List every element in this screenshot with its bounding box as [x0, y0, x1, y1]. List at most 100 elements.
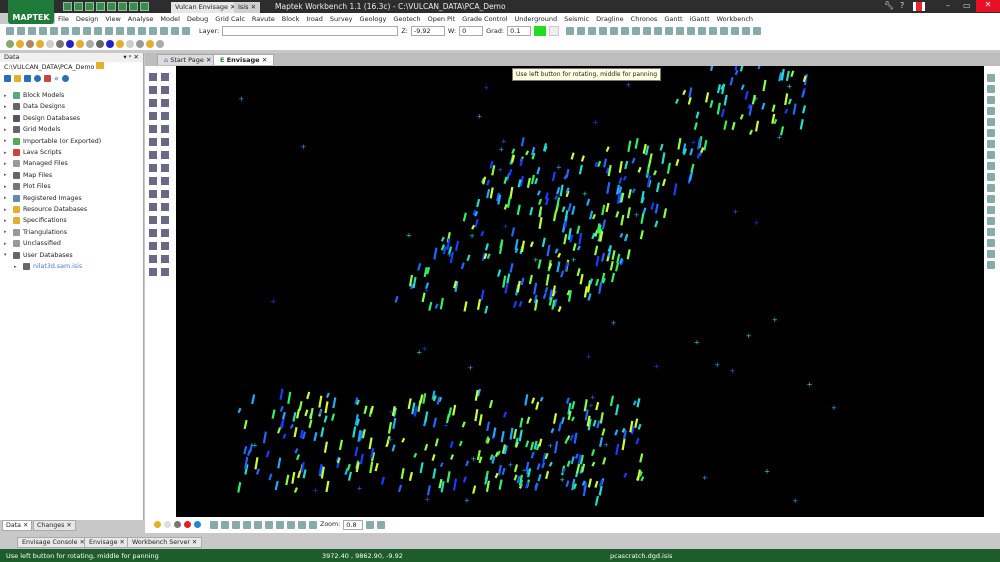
shade-tool-icon[interactable] [76, 39, 84, 48]
design-tool-icon[interactable] [149, 202, 157, 211]
shade-tool-icon[interactable] [16, 39, 24, 48]
tool-icon[interactable] [160, 26, 168, 35]
tool-icon[interactable] [665, 26, 674, 35]
tree-item-child[interactable]: ▸ nilat3d.sam.isis [14, 261, 82, 272]
tab-envisage[interactable]: E Envisage ✕ [213, 54, 275, 65]
zoom-field[interactable]: 0.8 [343, 519, 364, 530]
qa-icon[interactable] [140, 2, 149, 11]
text-icon[interactable] [276, 520, 284, 529]
menu-workbench[interactable]: Workbench [717, 15, 753, 23]
tab-envisage-console[interactable]: Envisage Console ✕ [17, 537, 90, 548]
shade-tool-icon[interactable] [106, 39, 114, 48]
qa-icon[interactable] [74, 2, 83, 11]
expand-icon[interactable]: ▸ [4, 115, 10, 121]
tree-item[interactable]: ▾ User Databases [4, 250, 73, 261]
menu-model[interactable]: Model [160, 15, 180, 23]
design-tool-icon[interactable] [149, 215, 157, 224]
tool-icon[interactable] [105, 26, 113, 35]
collapse-icon[interactable]: « [54, 74, 59, 83]
menu-igantt[interactable]: iGantt [690, 15, 710, 23]
tab-changes[interactable]: Changes ✕ [33, 520, 76, 531]
grid-icon[interactable] [24, 74, 31, 82]
tab-data[interactable]: Data ✕ [2, 520, 33, 531]
tool-icon[interactable] [83, 26, 91, 35]
menu-geology[interactable]: Geology [360, 15, 387, 23]
view-tool-icon[interactable] [987, 184, 995, 192]
tree-item[interactable]: ▸ Data Designs [4, 101, 65, 112]
qa-icon[interactable] [85, 2, 94, 11]
design-tool-icon[interactable] [161, 124, 169, 133]
window-tab-isis[interactable]: Isis ✕ [234, 2, 261, 13]
canada-flag-icon[interactable] [913, 2, 925, 11]
tree-item[interactable]: ▸ Map Files [4, 170, 52, 181]
design-tool-icon[interactable] [161, 98, 169, 107]
view-tool-icon[interactable] [987, 74, 995, 82]
qa-icon[interactable] [96, 2, 105, 11]
tool-icon[interactable] [731, 26, 740, 35]
menu-iroad[interactable]: Iroad [306, 15, 323, 23]
design-tool-icon[interactable] [161, 137, 169, 146]
zoom-icon[interactable] [377, 520, 386, 529]
expand-icon[interactable]: ▸ [4, 150, 10, 156]
view-tool-icon[interactable] [987, 107, 995, 115]
tree-item[interactable]: ▸ Lava Scripts [4, 147, 62, 158]
tool-icon[interactable] [687, 26, 696, 35]
tool-icon[interactable] [698, 26, 707, 35]
help-icon[interactable]: ? [900, 1, 904, 10]
expand-icon[interactable]: ▾ [4, 252, 10, 258]
qa-icon[interactable] [118, 2, 127, 11]
shade-tool-icon[interactable] [6, 39, 14, 48]
shade-tool-icon[interactable] [66, 39, 74, 48]
expand-icon[interactable]: ▸ [14, 264, 20, 270]
tool-icon[interactable] [720, 26, 729, 35]
expand-icon[interactable]: ▸ [4, 195, 10, 201]
tab-workbench-server[interactable]: Workbench Server ✕ [127, 537, 203, 548]
grad-slider[interactable] [549, 25, 560, 36]
view-tool-icon[interactable] [987, 140, 995, 148]
view-tool-icon[interactable] [987, 261, 995, 269]
view-tool-icon[interactable] [987, 239, 995, 247]
menu-debug[interactable]: Debug [187, 15, 208, 23]
tool-icon[interactable] [643, 26, 652, 35]
folder-icon[interactable] [14, 74, 21, 82]
tool-icon[interactable] [287, 520, 295, 529]
tool-icon[interactable] [6, 26, 14, 35]
design-tool-icon[interactable] [161, 228, 169, 237]
menu-geotech[interactable]: Geotech [393, 15, 420, 23]
wrench-icon[interactable]: 🔧︎ [884, 1, 894, 10]
tool-icon[interactable] [632, 26, 641, 35]
tool-icon[interactable] [265, 520, 273, 529]
expand-icon[interactable]: ▸ [4, 127, 10, 133]
tree-item[interactable]: ▸ Design Databases [4, 113, 80, 124]
view-tool-icon[interactable] [987, 151, 995, 159]
view-tool-icon[interactable] [987, 118, 995, 126]
design-tool-icon[interactable] [149, 111, 157, 120]
close-button[interactable]: ✕ [976, 0, 1000, 12]
shade-tool-icon[interactable] [146, 39, 154, 48]
design-tool-icon[interactable] [161, 254, 169, 263]
tree-item[interactable]: ▸ Grid Models [4, 124, 60, 135]
design-tool-icon[interactable] [149, 124, 157, 133]
tree-item[interactable]: ▸ Block Models [4, 90, 64, 101]
shade-tool-icon[interactable] [56, 39, 64, 48]
design-tool-icon[interactable] [161, 267, 169, 276]
design-tool-icon[interactable] [161, 150, 169, 159]
design-tool-icon[interactable] [149, 254, 157, 263]
expand-icon[interactable]: ▸ [4, 104, 10, 110]
expand-icon[interactable]: ▸ [4, 207, 10, 213]
tool-icon[interactable] [116, 26, 124, 35]
tool-icon[interactable] [138, 26, 146, 35]
menu-design[interactable]: Design [76, 15, 98, 23]
menu-open-pit[interactable]: Open Pit [428, 15, 456, 23]
refresh-icon[interactable] [34, 74, 41, 82]
home-icon[interactable] [4, 74, 11, 82]
qa-icon[interactable] [129, 2, 138, 11]
settings-icon[interactable] [61, 74, 69, 82]
tool-icon[interactable] [171, 26, 179, 35]
design-tool-icon[interactable] [161, 111, 169, 120]
expand-icon[interactable]: ▸ [4, 229, 10, 235]
design-tool-icon[interactable] [161, 85, 169, 94]
menu-view[interactable]: View [105, 15, 120, 23]
expand-icon[interactable]: ▸ [4, 218, 10, 224]
menu-underground[interactable]: Underground [515, 15, 558, 23]
